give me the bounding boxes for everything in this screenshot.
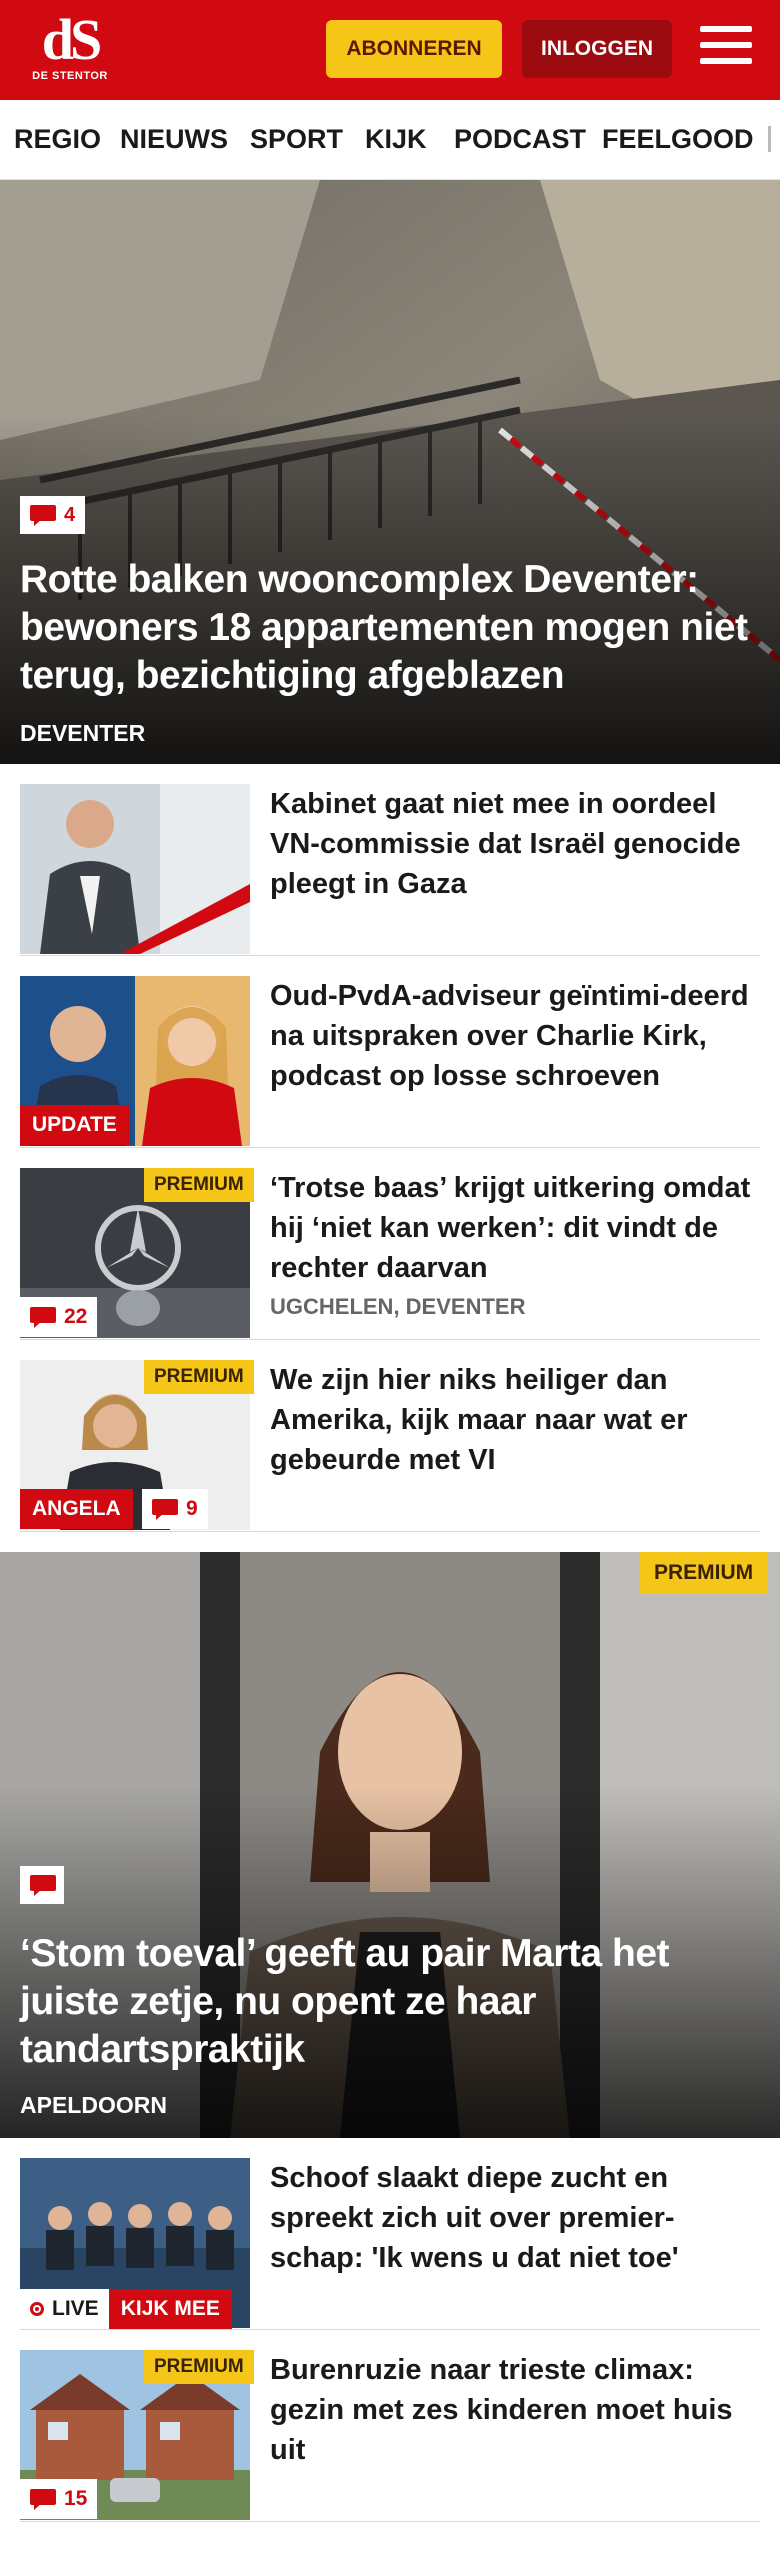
- logo-subtitle: DE STENTOR: [32, 70, 108, 82]
- menu-icon[interactable]: [700, 26, 752, 70]
- article-title[interactable]: Schoof slaakt diepe zucht en spreekt zic…: [270, 2158, 760, 2278]
- comment-icon: [152, 1499, 178, 1520]
- list-item[interactable]: Kabinet gaat niet mee in oordeel VN-comm…: [20, 784, 760, 956]
- list-item[interactable]: LIVE KIJK MEE Schoof slaakt diepe zucht …: [20, 2158, 760, 2330]
- comment-count-badge: 22: [20, 1297, 98, 1337]
- hero-article-1[interactable]: 4 Rotte balken wooncomplex Deventer: bew…: [0, 180, 780, 764]
- article-thumbnail: [20, 784, 250, 954]
- hero-title[interactable]: ‘Stom toeval’ geeft au pair Marta het ju…: [20, 1930, 760, 2074]
- update-label: UPDATE: [20, 1105, 129, 1145]
- live-label: LIVE: [52, 2297, 99, 2320]
- premium-badge: PREMIUM: [144, 1360, 254, 1394]
- section-nav: REGIO NIEUWS SPORT KIJK PODCAST FEELGOOD: [0, 100, 780, 180]
- logo-mark: dS: [41, 7, 103, 72]
- premium-badge: PREMIUM: [640, 1552, 768, 1594]
- watch-live-button[interactable]: KIJK MEE: [108, 2289, 232, 2329]
- comment-icon: [30, 505, 56, 526]
- comment-count-badge: 9: [142, 1489, 208, 1529]
- article-title[interactable]: Burenruzie naar trieste climax: gezin me…: [270, 2350, 760, 2470]
- comment-icon: [30, 2489, 56, 2510]
- site-logo[interactable]: dS DE STENTOR: [28, 7, 112, 88]
- nav-item-feelgood[interactable]: FEELGOOD: [602, 124, 754, 155]
- comment-count: 9: [186, 1497, 198, 1520]
- comment-count-badge: 15: [20, 2479, 98, 2519]
- list-item[interactable]: PREMIUM 15 Burenruzie naar trieste clima…: [20, 2350, 760, 2522]
- comment-icon: [30, 1875, 56, 1896]
- live-icon: [30, 2302, 44, 2316]
- site-header: dS DE STENTOR ABONNEREN INLOGGEN: [0, 0, 780, 100]
- article-title[interactable]: We zijn hier niks heiliger dan Amerika, …: [270, 1360, 760, 1480]
- premium-badge: PREMIUM: [144, 1168, 254, 1202]
- nav-item-nieuws[interactable]: NIEUWS: [120, 124, 228, 155]
- nav-item-sport[interactable]: SPORT: [250, 124, 343, 155]
- hero-category: DEVENTER: [20, 720, 146, 746]
- hero-category: APELDOORN: [20, 2092, 167, 2118]
- nav-item-podcast[interactable]: PODCAST: [454, 124, 586, 155]
- comment-count: 15: [64, 2487, 88, 2510]
- subscribe-button[interactable]: ABONNEREN: [326, 20, 502, 78]
- premium-badge: PREMIUM: [144, 2350, 254, 2384]
- nav-item-regio[interactable]: REGIO: [14, 124, 101, 155]
- list-item[interactable]: PREMIUM ANGELA 9 We zijn hier niks heili…: [20, 1360, 760, 1532]
- live-indicator: LIVE: [20, 2289, 109, 2329]
- live-badge[interactable]: LIVE KIJK MEE: [20, 2289, 232, 2329]
- author-label: ANGELA: [20, 1489, 133, 1529]
- nav-overflow-hint: [768, 126, 771, 152]
- comment-count-badge: 4: [20, 496, 86, 534]
- article-title[interactable]: Oud-PvdA-adviseur geïntimi-deerd na uits…: [270, 976, 760, 1096]
- hero-article-2[interactable]: PREMIUM ‘Stom toeval’ geeft au pair Mart…: [0, 1552, 780, 2138]
- list-item[interactable]: PREMIUM 22 ‘Trotse baas’ krijgt uitkerin…: [20, 1168, 760, 1340]
- login-button[interactable]: INLOGGEN: [522, 20, 672, 78]
- article-title[interactable]: Kabinet gaat niet mee in oordeel VN-comm…: [270, 784, 760, 904]
- comment-badge: [20, 1866, 64, 1904]
- article-category: UGCHELEN, DEVENTER: [270, 1294, 526, 1319]
- list-item[interactable]: UPDATE Oud-PvdA-adviseur geïntimi-deerd …: [20, 976, 760, 1148]
- comment-icon: [30, 1307, 56, 1328]
- article-title[interactable]: ‘Trotse baas’ krijgt uitkering omdat hij…: [270, 1168, 760, 1288]
- comment-count: 4: [64, 503, 76, 526]
- nav-item-kijk[interactable]: KIJK: [365, 124, 427, 155]
- hero-title[interactable]: Rotte balken wooncomplex Deventer: bewon…: [20, 556, 760, 700]
- comment-count: 22: [64, 1305, 88, 1328]
